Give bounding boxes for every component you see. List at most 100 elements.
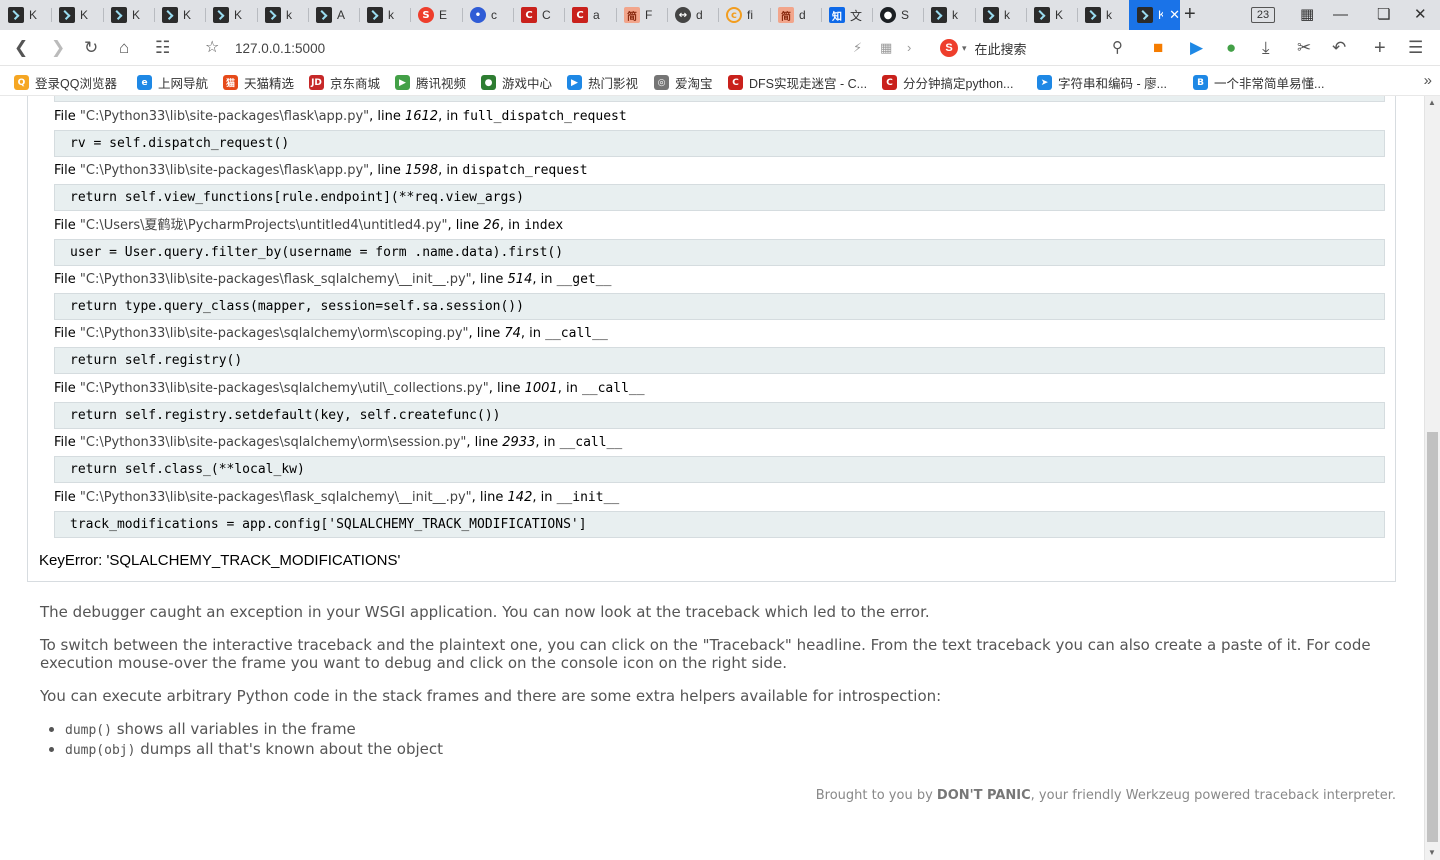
- refresh-icon[interactable]: ↻: [84, 38, 98, 58]
- scroll-thumb[interactable]: [1427, 432, 1438, 842]
- play-icon[interactable]: ▶: [1190, 38, 1203, 58]
- scroll-up-arrow-icon[interactable]: ▲: [1428, 98, 1436, 107]
- browser-tab[interactable]: ↔ d: [667, 0, 718, 30]
- browser-tab[interactable]: K: [0, 0, 51, 30]
- traceback-frame[interactable]: File "C:\Python33\lib\site-packages\flas…: [54, 108, 1385, 157]
- search-icon[interactable]: ⚲: [1112, 38, 1123, 58]
- bookmark-item[interactable]: 猫天猫精选: [223, 73, 294, 92]
- browser-tab[interactable]: K: [205, 0, 256, 30]
- bookmark-label: 一个非常简单易懂...: [1214, 77, 1325, 91]
- scissors-icon[interactable]: ✂: [1297, 38, 1311, 58]
- back-icon[interactable]: ❮: [14, 38, 28, 58]
- search-box[interactable]: S ▾ 在此搜索: [940, 34, 1132, 62]
- browser-tab[interactable]: K ✕: [1129, 0, 1180, 30]
- dark-icon: ↔: [675, 7, 691, 23]
- frame-code-line[interactable]: user = User.query.filter_by(username = f…: [54, 239, 1385, 266]
- tab-label: K: [1158, 8, 1164, 22]
- browser-tab[interactable]: 知文: [821, 0, 872, 30]
- frame-code-line[interactable]: return self.view_functions[rule.endpoint…: [54, 184, 1385, 211]
- traceback-frame[interactable]: File "C:\Python33\lib\site-packages\flas…: [54, 489, 1385, 538]
- search-input[interactable]: 在此搜索: [975, 39, 1027, 58]
- close-window-button[interactable]: ✕: [1414, 6, 1427, 24]
- browser-tab[interactable]: SE: [410, 0, 461, 30]
- bookmark-label: 上网导航: [158, 77, 209, 91]
- browser-tab[interactable]: k: [1077, 0, 1128, 30]
- browser-tab[interactable]: K: [51, 0, 102, 30]
- bookmark-item[interactable]: ▶ 腾讯视频: [395, 73, 466, 92]
- browser-tab[interactable]: k: [257, 0, 308, 30]
- new-tab-button[interactable]: +: [1184, 4, 1196, 24]
- bookmark-icon: ●: [481, 75, 496, 90]
- wechat-icon[interactable]: ●: [1226, 38, 1236, 58]
- traceback-frame[interactable]: File "C:\Python33\lib\site-packages\flas…: [54, 162, 1385, 211]
- bookmark-item[interactable]: e 上网导航: [137, 73, 208, 92]
- bookmark-item[interactable]: ◎ 爱淘宝: [654, 73, 713, 92]
- frame-code-line[interactable]: return self.registry(): [54, 347, 1385, 374]
- tab-label: E: [439, 8, 448, 22]
- home-icon[interactable]: ⌂: [119, 38, 129, 58]
- forward-icon[interactable]: ❯: [51, 38, 65, 58]
- footer: Brought to you by DON'T PANIC, your frie…: [815, 788, 1396, 803]
- browser-tab[interactable]: K: [1026, 0, 1077, 30]
- browser-tab[interactable]: ● S: [872, 0, 923, 30]
- frame-code-line[interactable]: track_modifications = app.config['SQLALC…: [54, 511, 1385, 538]
- frame-code-line[interactable]: return self.class_(**local_kw): [54, 456, 1385, 483]
- browser-tab[interactable]: A: [308, 0, 359, 30]
- menu-icon[interactable]: ☰: [1408, 38, 1423, 58]
- browser-tab[interactable]: k: [975, 0, 1026, 30]
- frame-code-line[interactable]: return self.registry.setdefault(key, sel…: [54, 402, 1385, 429]
- close-tab-icon[interactable]: ✕: [1169, 7, 1180, 23]
- undo-icon[interactable]: ↶: [1332, 38, 1346, 58]
- vertical-scrollbar[interactable]: ▲ ▼: [1424, 96, 1440, 860]
- traceback-frame[interactable]: File "C:\Python33\lib\site-packages\flas…: [54, 271, 1385, 320]
- minimize-button[interactable]: —: [1333, 6, 1348, 24]
- bookmark-item[interactable]: ● 游戏中心: [481, 73, 552, 92]
- browser-tab[interactable]: 简F: [616, 0, 667, 30]
- tab-menu-icon[interactable]: ▦: [1300, 6, 1314, 24]
- tab-label: K: [183, 8, 192, 22]
- traceback-frame[interactable]: File "C:\Python33\lib\site-packages\sqla…: [54, 325, 1385, 374]
- frame-line-number: 142: [507, 490, 533, 505]
- tab-count-badge[interactable]: 23: [1251, 7, 1275, 23]
- frame-code-line[interactable]: return type.query_class(mapper, session=…: [54, 293, 1385, 320]
- chevron-down-icon[interactable]: ▾: [962, 43, 967, 54]
- lightning-icon[interactable]: ⚡: [853, 38, 862, 58]
- bookmark-item[interactable]: ➤ 字符串和编码 - 廖...: [1037, 73, 1167, 92]
- traceback-frame[interactable]: File "C:\Users\夏鹤珑\PycharmProjects\untit…: [54, 217, 1385, 266]
- scroll-down-arrow-icon[interactable]: ▼: [1428, 848, 1436, 857]
- browser-tab[interactable]: 简d: [770, 0, 821, 30]
- bookmark-item[interactable]: C 分分钟搞定python...: [882, 73, 1013, 92]
- reader-icon[interactable]: ☷: [155, 38, 170, 58]
- bookmark-item[interactable]: B 一个非常简单易懂...: [1193, 73, 1324, 92]
- traceback-frame[interactable]: File "C:\Python33\lib\site-packages\sqla…: [54, 434, 1385, 483]
- browser-tab[interactable]: c fi: [718, 0, 769, 30]
- bookmark-item[interactable]: Q 登录QQ浏览器: [14, 73, 117, 92]
- star-icon[interactable]: ☆: [205, 38, 219, 58]
- browser-tab[interactable]: CC: [513, 0, 564, 30]
- add-icon[interactable]: +: [1374, 38, 1386, 58]
- restore-button[interactable]: ❏: [1377, 6, 1390, 24]
- bookmark-item[interactable]: C DFS实现走迷宫 - C...: [728, 73, 867, 92]
- browser-tab[interactable]: • c: [462, 0, 513, 30]
- url-field[interactable]: 127.0.0.1:5000: [235, 41, 325, 56]
- bookmarks-more-icon[interactable]: »: [1424, 72, 1432, 89]
- download-icon[interactable]: ⤓: [1262, 38, 1270, 58]
- qr-icon[interactable]: ▦: [880, 38, 892, 58]
- sogou-search-icon[interactable]: S: [940, 39, 958, 57]
- browser-tab[interactable]: K: [154, 0, 205, 30]
- dont-panic-link[interactable]: DON'T PANIC: [937, 788, 1031, 803]
- frame-header: File "C:\Python33\lib\site-packages\flas…: [54, 163, 588, 178]
- bookmark-item[interactable]: JD 京东商城: [309, 73, 380, 92]
- browser-tab[interactable]: k: [923, 0, 974, 30]
- frame-filename: "C:\Python33\lib\site-packages\flask\app…: [79, 163, 370, 178]
- chevron-right-icon[interactable]: ›: [907, 38, 911, 58]
- bookmark-item[interactable]: ▶ 热门影视: [567, 73, 638, 92]
- browser-tab[interactable]: k: [359, 0, 410, 30]
- video-icon[interactable]: ■: [1153, 38, 1163, 58]
- traceback-frame[interactable]: File "C:\Python33\lib\site-packages\sqla…: [54, 380, 1385, 429]
- frame-code-line[interactable]: rv = self.dispatch_request(): [54, 130, 1385, 157]
- frame-line-number: 2933: [502, 435, 536, 450]
- browser-tab[interactable]: K: [103, 0, 154, 30]
- bookmark-label: DFS实现走迷宫 - C...: [749, 77, 868, 91]
- browser-tab[interactable]: Ca: [564, 0, 615, 30]
